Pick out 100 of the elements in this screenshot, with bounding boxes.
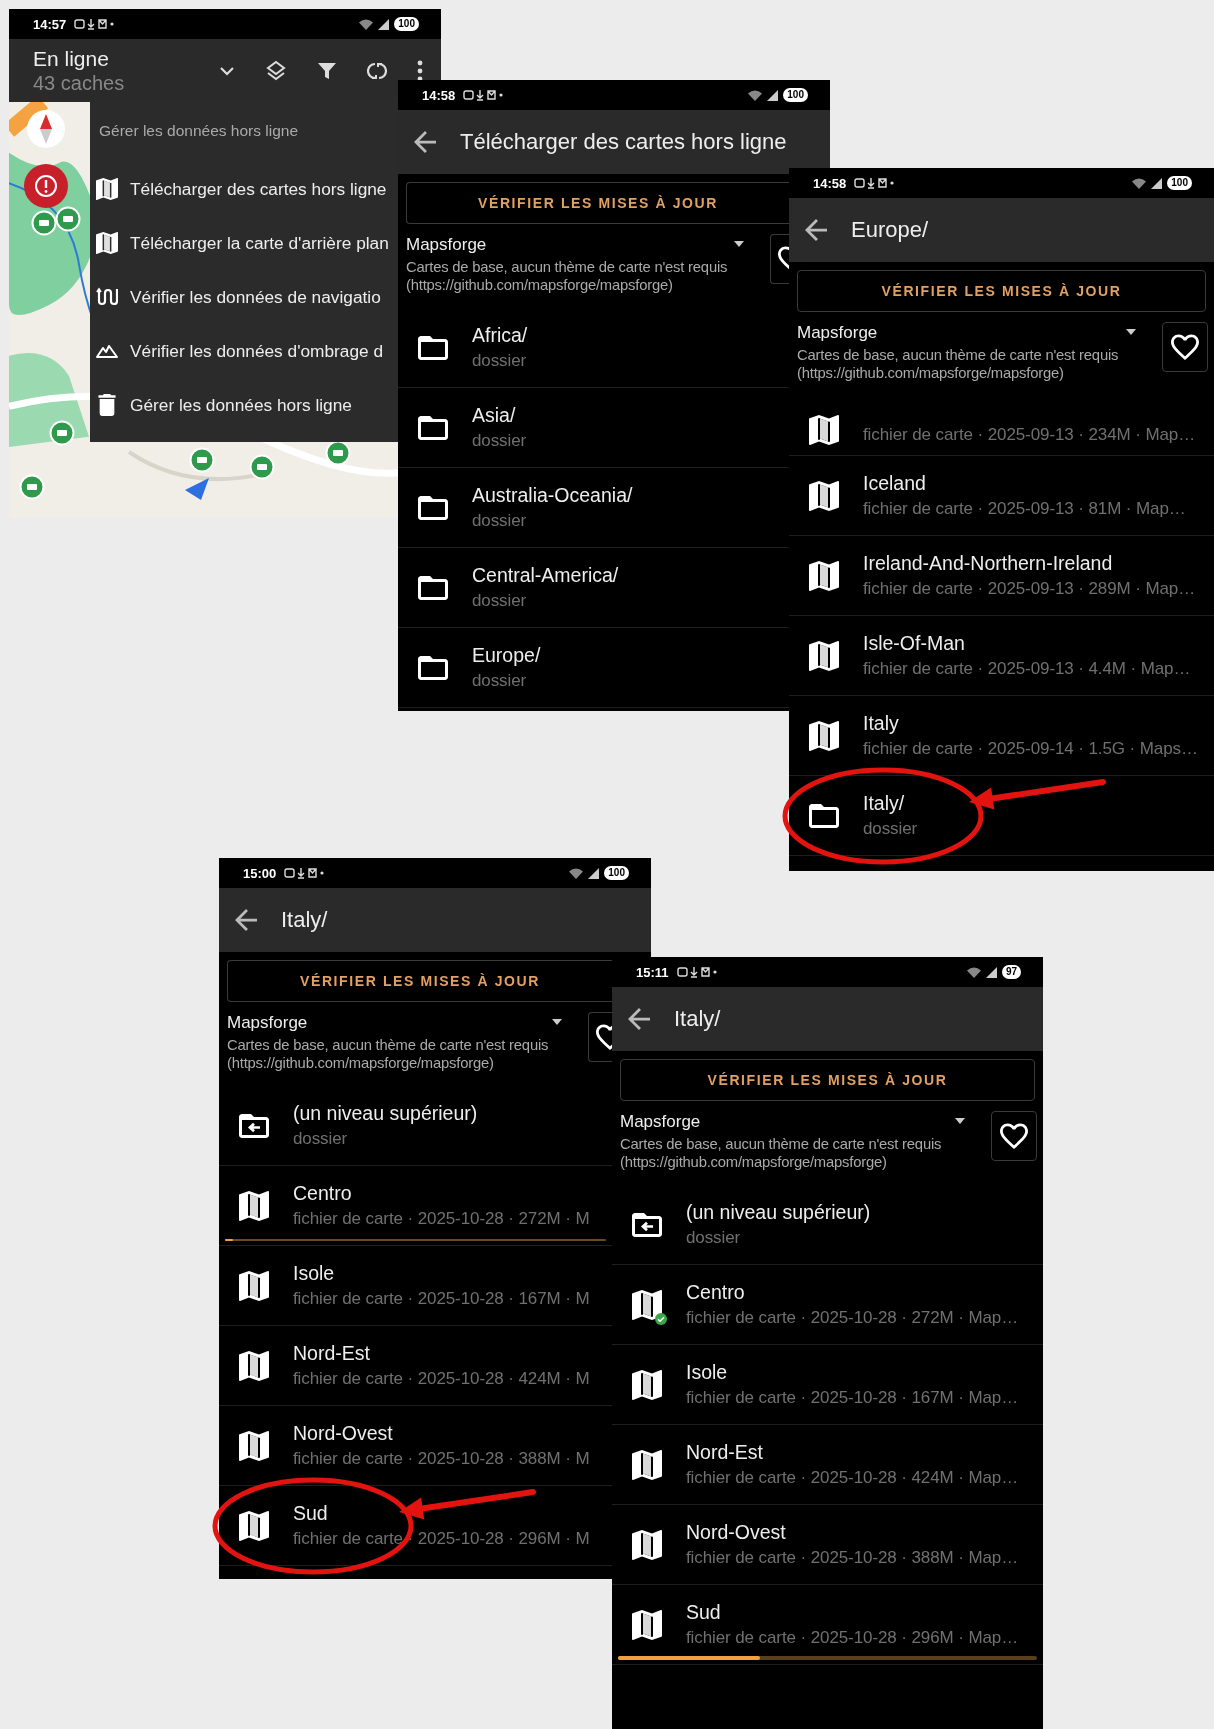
item-name: (un niveau supérieur) [293,1102,478,1125]
check-updates-button[interactable]: VÉRIFIER LES MISES À JOUR [620,1059,1035,1101]
item-detail: fichier de carte · 2025-10-28 · 167M · M [293,1289,590,1309]
map-icon [809,720,839,751]
menu-item[interactable]: Gérer les données hors ligne [93,378,398,432]
favorite-button[interactable] [991,1111,1037,1161]
cache-marker-icon[interactable] [31,210,57,236]
map-source-description: Cartes de base, aucun thème de carte n'est requis [620,1135,942,1153]
menu-item[interactable]: Vérifier les données d'ombrage d [93,324,398,378]
item-name: Nord-Ovest [293,1422,393,1445]
item-detail: dossier [472,671,527,691]
list-item[interactable]: Nord-Est fichier de carte · 2025-10-28 · 424M · Map… [612,1425,1043,1505]
route-icon [96,286,118,308]
item-detail: fichier de carte · 2025-10-28 · 272M · M [293,1209,590,1229]
notification-icons-drawing [676,966,717,978]
list-item[interactable]: Isle-Of-Man fichier de carte · 2025-09-13 · 4.4M · Map… [789,616,1214,696]
cache-marker-icon[interactable] [249,454,275,480]
cache-marker-icon[interactable] [55,206,81,232]
check-updates-button[interactable]: VÉRIFIER LES MISES À JOUR [227,960,612,1002]
map-icon [809,415,839,445]
list-item[interactable]: (un niveau supérieur) dossier [612,1185,1043,1265]
map-source-name[interactable]: Mapsforge [227,1013,308,1033]
status-time: 15:00 [243,865,277,881]
screen-title: Italy/ [674,1006,721,1032]
item-detail: dossier [863,819,918,839]
status-time: 14:58 [422,87,456,103]
item-detail: fichier de carte · 2025-09-13 · 4.4M · Map… [863,659,1191,679]
item-detail: fichier de carte · 2025-10-28 · 424M · M [293,1369,590,1389]
item-detail: fichier de carte · 2025-10-28 · 167M · Map… [686,1388,1019,1408]
check-updates-button[interactable]: VÉRIFIER LES MISES À JOUR [406,182,789,224]
cache-marker-icon[interactable] [49,420,75,446]
back-arrow-icon[interactable] [628,1008,650,1030]
item-detail: dossier [472,591,527,611]
item-name: Nord-Est [293,1342,370,1365]
item-detail: fichier de carte · 2025-09-14 · 1.5G · Maps… [863,739,1198,759]
map-icon [239,1510,269,1541]
map-source-name[interactable]: Mapsforge [620,1112,701,1132]
status-time: 15:11 [636,964,669,980]
menu-item[interactable]: Télécharger des cartes hors ligne [93,162,398,216]
map-icon [96,232,118,254]
back-arrow-icon[interactable] [805,219,827,241]
dropdown-caret-icon[interactable] [955,1118,965,1124]
item-name: Central-America/ [472,564,619,587]
layers-icon[interactable] [265,59,287,82]
cache-marker-icon[interactable] [19,474,45,500]
list-item[interactable]: Europe/ dossier [398,628,789,708]
sync-icon[interactable] [367,60,387,81]
dropdown-caret-icon[interactable] [552,1019,562,1025]
chevron-down-icon[interactable] [219,65,235,76]
list-item[interactable]: Isole fichier de carte · 2025-10-28 · 167M · Map… [612,1345,1043,1425]
list-item[interactable]: Iceland fichier de carte · 2025-09-13 · 81M · Map… [789,456,1214,536]
item-name: Italy [863,712,899,735]
favorite-button[interactable] [770,234,789,284]
dropdown-caret-icon[interactable] [734,241,744,247]
map-source-name[interactable]: Mapsforge [406,235,487,255]
item-name: Europe/ [472,644,541,667]
list-item[interactable]: Isole fichier de carte · 2025-10-28 · 167M · M [219,1246,612,1326]
item-name: Isle-Of-Man [863,632,965,655]
item-name: Centro [686,1281,745,1304]
heart-icon [1171,333,1199,361]
list-item[interactable]: Asia/ dossier [398,388,789,468]
menu-item[interactable]: Télécharger la carte d'arrière plan [93,216,398,270]
dropdown-caret-icon[interactable] [1126,329,1136,335]
list-item[interactable]: Australia-Oceania/ dossier [398,468,789,548]
map-icon [809,640,839,671]
item-name: Isole [293,1262,335,1285]
map-icon [809,560,839,591]
list-item[interactable]: Ireland-And-Northern-Ireland fichier de carte · 2025-09-13 · 289M · Map… [789,536,1214,616]
cache-marker-icon[interactable] [189,447,215,473]
list-item[interactable]: fichier de carte · 2025-09-13 · 234M · Map… [789,396,1214,456]
more-options-icon[interactable] [417,59,423,82]
list-item[interactable]: Central-America/ dossier [398,548,789,628]
list-item[interactable]: Nord-Est fichier de carte · 2025-10-28 · 424M · M [219,1326,612,1406]
list-item[interactable]: Sud fichier de carte · 2025-10-28 · 296M · Map… [612,1585,1043,1665]
map-source-name[interactable]: Mapsforge [797,323,878,343]
map-icon [239,1350,269,1381]
battery-level: 100 [604,866,629,880]
back-arrow-icon[interactable] [235,909,257,931]
menu-item[interactable]: Vérifier les données de navigatio [93,270,398,324]
list-item[interactable]: Nord-Ovest fichier de carte · 2025-10-28 · 388M · M [219,1406,612,1486]
list-item[interactable]: (un niveau supérieur) dossier [219,1086,612,1166]
map-icon [96,178,118,200]
map-source-description: Cartes de base, aucun thème de carte n'est requis [406,258,728,276]
list-item[interactable]: Centro fichier de carte · 2025-10-28 · 272M · M [219,1166,612,1246]
favorite-button[interactable] [588,1012,612,1062]
item-detail: fichier de carte · 2025-09-13 · 289M · Map… [863,579,1196,599]
filter-icon[interactable] [317,60,337,81]
list-item[interactable]: Centro fichier de carte · 2025-10-28 · 272M · Map… [612,1265,1043,1345]
item-name: Nord-Ovest [686,1521,786,1544]
check-updates-button[interactable]: VÉRIFIER LES MISES À JOUR [797,270,1206,312]
item-name: Italy/ [863,792,905,815]
battery-level: 100 [394,17,419,31]
back-arrow-icon[interactable] [414,131,436,153]
list-item[interactable]: Italy fichier de carte · 2025-09-14 · 1.5G · Maps… [789,696,1214,776]
item-name: (un niveau supérieur) [686,1201,871,1224]
map-source-description: Cartes de base, aucun thème de carte n'est requis [797,346,1119,364]
map-icon [632,1449,662,1480]
favorite-button[interactable] [1162,322,1208,372]
list-item[interactable]: Nord-Ovest fichier de carte · 2025-10-28 · 388M · Map… [612,1505,1043,1585]
item-name: Australia-Oceania/ [472,484,633,507]
